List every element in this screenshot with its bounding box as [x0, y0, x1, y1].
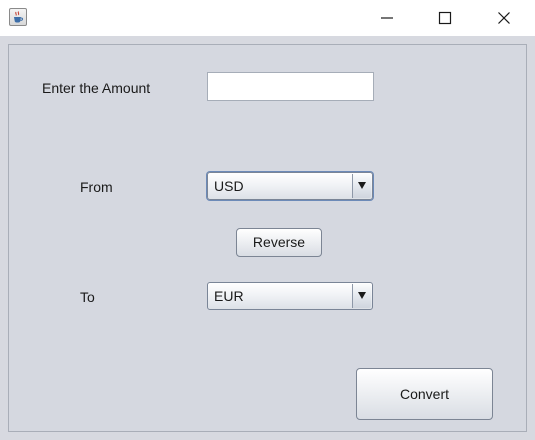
- from-currency-value: USD: [214, 178, 244, 194]
- minimize-icon: [381, 17, 393, 19]
- to-label: To: [80, 289, 95, 305]
- maximize-icon: [438, 11, 452, 25]
- close-icon: [498, 12, 510, 24]
- from-dropdown-arrow[interactable]: [352, 174, 371, 198]
- from-currency-dropdown[interactable]: USD: [207, 172, 373, 200]
- amount-input[interactable]: [207, 72, 374, 101]
- close-button[interactable]: [481, 0, 527, 36]
- maximize-button[interactable]: [422, 0, 468, 36]
- minimize-button[interactable]: [364, 0, 410, 36]
- to-dropdown-arrow[interactable]: [352, 284, 371, 308]
- chevron-down-icon: [358, 292, 366, 299]
- convert-button[interactable]: Convert: [356, 368, 493, 420]
- amount-label: Enter the Amount: [42, 80, 151, 96]
- app-window: Enter the Amount From USD Reverse To EUR…: [0, 0, 535, 440]
- to-currency-value: EUR: [214, 288, 244, 304]
- from-label: From: [80, 179, 113, 195]
- title-bar[interactable]: [0, 0, 535, 36]
- java-cup-icon[interactable]: [9, 8, 27, 26]
- reverse-button[interactable]: Reverse: [236, 228, 322, 257]
- to-currency-dropdown[interactable]: EUR: [207, 282, 373, 310]
- chevron-down-icon: [358, 182, 366, 189]
